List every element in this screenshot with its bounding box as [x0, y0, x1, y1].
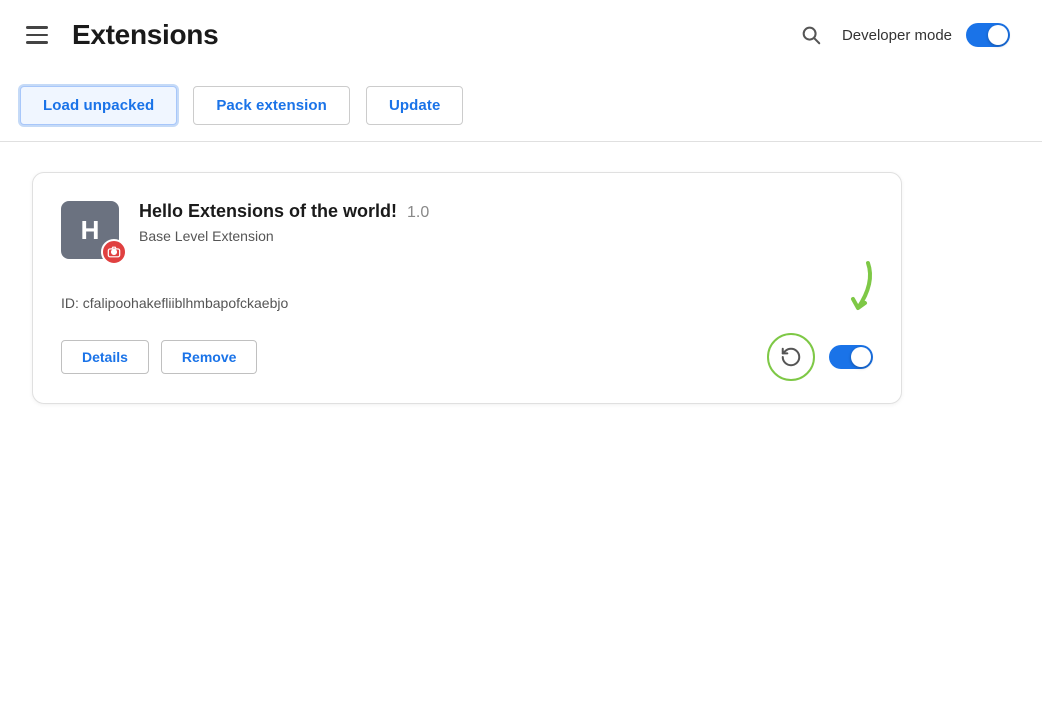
- extension-toggle[interactable]: [829, 345, 873, 369]
- load-unpacked-button[interactable]: Load unpacked: [20, 86, 177, 125]
- pack-extension-button[interactable]: Pack extension: [193, 86, 350, 125]
- details-button[interactable]: Details: [61, 340, 149, 374]
- developer-mode-toggle[interactable]: [966, 23, 1010, 47]
- toolbar: Load unpacked Pack extension Update: [0, 70, 1042, 141]
- update-button[interactable]: Update: [366, 86, 463, 125]
- extension-name-row: Hello Extensions of the world! 1.0: [139, 201, 873, 222]
- card-actions: Details Remove: [61, 340, 257, 374]
- extension-toggle-knob: [851, 347, 871, 367]
- page-title: Extensions: [72, 19, 218, 51]
- extension-badge: [101, 239, 127, 265]
- card-bottom: Details Remove: [61, 333, 873, 381]
- extension-version: 1.0: [407, 204, 429, 222]
- extension-card: H Hello Extensions of the world! 1.0 Bas…: [32, 172, 902, 404]
- developer-mode-label: Developer mode: [842, 27, 952, 44]
- header-left: Extensions: [20, 19, 218, 51]
- card-right: [767, 333, 873, 381]
- arrow-annotation-icon: [803, 253, 883, 343]
- toggle-knob: [988, 25, 1008, 45]
- extension-name: Hello Extensions of the world!: [139, 201, 397, 222]
- extension-info: Hello Extensions of the world! 1.0 Base …: [139, 201, 873, 244]
- card-top: H Hello Extensions of the world! 1.0 Bas…: [61, 201, 873, 259]
- header-right: Developer mode: [794, 18, 1010, 52]
- header: Extensions Developer mode: [0, 0, 1042, 70]
- reload-button[interactable]: [767, 333, 815, 381]
- extension-icon-wrap: H: [61, 201, 119, 259]
- main-content: H Hello Extensions of the world! 1.0 Bas…: [0, 142, 1042, 434]
- extension-description: Base Level Extension: [139, 228, 873, 244]
- search-icon[interactable]: [794, 18, 828, 52]
- remove-button[interactable]: Remove: [161, 340, 257, 374]
- reload-button-wrap: [767, 333, 815, 381]
- hamburger-menu-icon[interactable]: [20, 20, 54, 50]
- extension-id: ID: cfalipoohakefliiblhmbapofckaebjo: [61, 295, 873, 311]
